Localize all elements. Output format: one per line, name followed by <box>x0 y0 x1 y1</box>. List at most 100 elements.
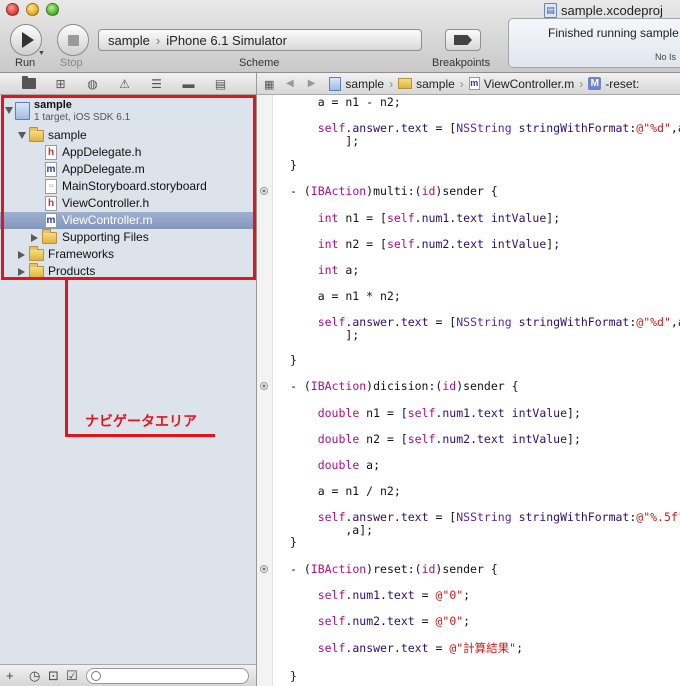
code-line: - (IBAction)multi:(id)sender { <box>290 184 498 198</box>
crumb-label: -reset: <box>605 76 640 91</box>
code-line: self.answer.text = @"計算結果"; <box>317 641 524 655</box>
scheme-popup[interactable]: sample › iPhone 6.1 Simulator <box>98 29 422 51</box>
chevron-right-icon: › <box>459 76 464 91</box>
source-editor[interactable]: a = n1 - n2; self.answer.text = [NSStrin… <box>274 95 680 686</box>
disclosure-open-icon[interactable] <box>18 132 26 139</box>
annotation-leader-horizontal <box>65 434 215 437</box>
code-line: - (IBAction)reset:(id)sender { <box>290 562 498 576</box>
close-window-button[interactable] <box>6 3 19 16</box>
issue-navigator-tab[interactable]: ⚠ <box>116 77 133 91</box>
unsaved-filter-icon[interactable]: ☑ <box>66 668 78 684</box>
search-navigator-tab[interactable]: ◍ <box>84 77 101 91</box>
project-root-row[interactable]: sample 1 target, iOS SDK 6.1 <box>0 97 256 125</box>
tree-row-viewcontroller-m[interactable]: m ViewController.m <box>0 212 256 229</box>
folder-icon <box>29 127 44 142</box>
tree-label: ViewController.m <box>62 213 153 227</box>
tree-row-appdelegate-h[interactable]: h AppDelegate.h <box>0 144 256 161</box>
tree-row-viewcontroller-h[interactable]: h ViewController.h <box>0 195 256 212</box>
code-line: - (IBAction)dicision:(id)sender { <box>290 379 519 393</box>
disclosure-closed-icon[interactable] <box>18 251 25 259</box>
chevron-right-icon: › <box>155 32 161 48</box>
method-marker-icon <box>260 382 268 390</box>
log-navigator-tab[interactable]: ▤ <box>212 77 229 91</box>
zoom-window-button[interactable] <box>46 3 59 16</box>
code-line: } <box>290 535 297 549</box>
symbol-navigator-tab[interactable]: ⊞ <box>52 77 69 91</box>
run-label: Run <box>15 57 36 69</box>
breakpoints-button[interactable] <box>445 29 481 51</box>
hierarchy-icon: ⊞ <box>55 76 66 91</box>
code-line: a = n1 / n2; <box>290 484 401 498</box>
breakpoint-arrow-icon <box>454 35 472 45</box>
code-line: } <box>290 158 297 172</box>
disclosure-closed-icon[interactable] <box>18 268 25 276</box>
method-marker-icon <box>260 565 268 573</box>
stop-button[interactable] <box>57 24 89 56</box>
recent-files-icon[interactable]: ◷ <box>29 668 40 684</box>
navigator-selector-bar: ⊞ ◍ ⚠ ☰ ▬ ▤ <box>0 73 257 95</box>
tree-label: AppDelegate.m <box>62 162 145 176</box>
tree-row-products[interactable]: Products <box>0 263 256 280</box>
tree-row-supporting-files[interactable]: Supporting Files <box>0 229 256 246</box>
implementation-file-icon: m <box>468 77 480 90</box>
crumb-project[interactable]: sample <box>329 76 384 91</box>
folder-icon <box>21 76 36 89</box>
stop-icon <box>67 34 79 46</box>
tree-label: Products <box>48 264 96 278</box>
navigator-filter-bar: + ◷ ⊡ ☑ <box>0 664 257 686</box>
editor-gutter[interactable] <box>257 95 273 686</box>
code-line: double n1 = [self.num1.text intValue]; <box>317 406 581 420</box>
log-icon: ▤ <box>214 76 227 91</box>
code-line: } <box>290 669 297 683</box>
project-icon <box>329 76 342 91</box>
implementation-file-icon: m <box>45 162 57 177</box>
breakpoint-navigator-tab[interactable]: ▬ <box>180 77 197 91</box>
debug-navigator-tab[interactable]: ☰ <box>148 77 165 91</box>
add-icon[interactable]: + <box>6 668 14 683</box>
tree-row-appdelegate-m[interactable]: m AppDelegate.m <box>0 161 256 178</box>
toolbar: ▤ sample.xcodeproj ▼ Run Stop sample › i… <box>0 0 680 73</box>
annotation-label: ナビゲータエリア <box>85 413 197 429</box>
run-options-arrow-icon[interactable]: ▼ <box>38 50 45 57</box>
warning-icon: ⚠ <box>119 76 130 91</box>
code-line: ,a]; <box>290 523 374 537</box>
chevron-right-icon: › <box>389 76 394 91</box>
list-icon: ☰ <box>151 76 162 91</box>
play-icon <box>22 32 34 48</box>
search-icon: ◍ <box>87 76 98 91</box>
project-name: sample <box>34 99 72 111</box>
minimize-window-button[interactable] <box>26 3 39 16</box>
scheme-label: Scheme <box>239 57 280 69</box>
disclosure-closed-icon[interactable] <box>31 234 38 242</box>
crumb-method[interactable]: M -reset: <box>588 77 639 91</box>
source-control-filter-icon[interactable]: ⊡ <box>48 668 59 684</box>
forward-arrow-icon[interactable]: ▶ <box>308 78 316 89</box>
crumb-group[interactable]: sample <box>398 77 455 91</box>
tree-row-storyboard[interactable]: ▭ MainStoryboard.storyboard <box>0 178 256 195</box>
filter-input[interactable] <box>86 668 249 684</box>
code-line: a = n1 - n2; <box>290 95 401 109</box>
stop-label: Stop <box>60 57 83 69</box>
activity-message: Finished running sample <box>548 26 679 40</box>
back-arrow-icon[interactable]: ◀ <box>286 78 294 89</box>
disclosure-open-icon[interactable] <box>5 107 13 114</box>
breakpoints-label: Breakpoints <box>432 57 491 69</box>
scheme-device: iPhone 6.1 Simulator <box>166 32 287 48</box>
crumb-file[interactable]: m ViewController.m <box>468 77 574 91</box>
method-marker-icon <box>260 187 268 195</box>
tree-row-sample-group[interactable]: sample <box>0 127 256 144</box>
related-files-icon[interactable]: ▦ <box>264 78 278 91</box>
project-navigator-tab[interactable] <box>20 76 37 91</box>
folder-icon <box>29 246 44 261</box>
implementation-file-icon: m <box>45 213 57 228</box>
storyboard-file-icon: ▭ <box>45 179 57 194</box>
method-icon: M <box>588 77 602 90</box>
code-line: ]; <box>290 134 360 148</box>
code-line: int n2 = [self.num2.text intValue]; <box>317 237 561 251</box>
code-line: a = n1 * n2; <box>290 289 401 303</box>
tree-label: MainStoryboard.storyboard <box>62 179 207 193</box>
folder-icon <box>398 78 413 89</box>
window-title-text: sample.xcodeproj <box>561 2 663 18</box>
tree-row-frameworks[interactable]: Frameworks <box>0 246 256 263</box>
code-line: self.num1.text = @"0"; <box>317 588 471 602</box>
